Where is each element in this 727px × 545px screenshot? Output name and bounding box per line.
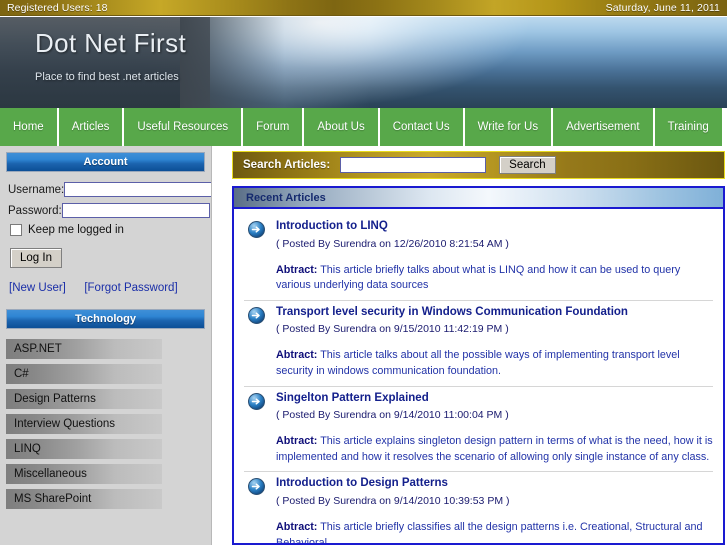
username-row: Username: bbox=[8, 182, 211, 197]
account-links: [New User] [Forgot Password] bbox=[9, 278, 203, 296]
site-title: Dot Net First bbox=[35, 28, 187, 58]
recent-articles-panel: Recent Articles Introduction to LINQ (P… bbox=[232, 186, 725, 545]
site-banner: Dot Net First Place to find best .net ar… bbox=[0, 17, 727, 108]
nav-item-write-for-us[interactable]: Write for Us bbox=[464, 108, 552, 146]
username-input[interactable] bbox=[64, 182, 211, 197]
article-title[interactable]: Singelton Pattern Explained bbox=[276, 391, 713, 407]
abstract-text: This article talks about all the possibl… bbox=[276, 349, 680, 377]
abstract-label: Abtract: bbox=[276, 435, 318, 448]
article-abstract: Abtract: This article explains singleton… bbox=[276, 434, 713, 465]
login-button[interactable]: Log In bbox=[10, 248, 62, 268]
nav-item-advertisement[interactable]: Advertisement bbox=[553, 108, 653, 146]
sidebar-item-miscellaneous[interactable]: Miscellaneous bbox=[6, 464, 162, 484]
sidebar-item-ms-sharepoint[interactable]: MS SharePoint bbox=[6, 489, 162, 509]
arrow-circle-right-icon bbox=[248, 392, 265, 410]
articles-list: Introduction to LINQ ( Posted By Surendr… bbox=[234, 209, 723, 545]
new-user-link[interactable]: [New User] bbox=[9, 282, 66, 294]
top-status-bar: Registered Users: 18 Saturday, June 11, … bbox=[0, 0, 727, 16]
site-tagline: Place to find best .net articles bbox=[35, 70, 179, 83]
nav-item-forum[interactable]: Forum bbox=[243, 108, 303, 146]
article-item: Transport level security in Windows Comm… bbox=[244, 301, 713, 387]
account-panel-body: Username: Password: Keep me logged in Lo… bbox=[6, 174, 211, 296]
nav-item-training[interactable]: Training bbox=[654, 108, 722, 146]
sidebar-item-aspnet[interactable]: ASP.NET bbox=[6, 339, 162, 359]
search-label: Search Articles: bbox=[243, 159, 331, 171]
abstract-text: This article explains singleton design p… bbox=[276, 435, 713, 463]
article-item: Singelton Pattern Explained ( Posted By … bbox=[244, 387, 713, 473]
article-item: Introduction to Design Patterns ( Posted… bbox=[244, 472, 713, 545]
forgot-password-link[interactable]: [Forgot Password] bbox=[84, 282, 177, 294]
search-input[interactable] bbox=[340, 157, 487, 173]
keep-logged-in-row: Keep me logged in bbox=[10, 224, 203, 236]
main-navigation: Home Articles Useful Resources Forum Abo… bbox=[0, 108, 727, 146]
sidebar-item-csharp[interactable]: C# bbox=[6, 364, 162, 384]
sidebar-item-interview-questions[interactable]: Interview Questions bbox=[6, 414, 162, 434]
technology-list: ASP.NET C# Design Patterns Interview Que… bbox=[6, 339, 205, 509]
abstract-text: This article briefly classifies all the … bbox=[276, 520, 703, 545]
banner-text-group: Dot Net First Place to find best .net ar… bbox=[0, 17, 727, 83]
nav-item-useful-resources[interactable]: Useful Resources bbox=[124, 108, 242, 146]
article-abstract: Abtract: This article briefly classifies… bbox=[276, 520, 713, 545]
abstract-text: This article briefly talks about what is… bbox=[276, 263, 681, 292]
password-label: Password: bbox=[8, 204, 62, 217]
registered-users-count: Registered Users: 18 bbox=[7, 1, 108, 14]
sidebar-item-linq[interactable]: LINQ bbox=[6, 439, 162, 459]
nav-item-home[interactable]: Home bbox=[0, 108, 57, 146]
article-title[interactable]: Transport level security in Windows Comm… bbox=[276, 305, 713, 321]
sidebar-item-design-patterns[interactable]: Design Patterns bbox=[6, 389, 162, 409]
article-meta: ( Posted By Surendra on 12/26/2010 8:21:… bbox=[276, 237, 509, 250]
nav-item-about-us[interactable]: About Us bbox=[304, 108, 378, 146]
left-sidebar: Account Username: Password: Keep me logg… bbox=[0, 146, 212, 545]
abstract-label: Abtract: bbox=[276, 349, 318, 362]
keep-logged-in-checkbox[interactable] bbox=[10, 224, 22, 236]
article-item: Introduction to LINQ ( Posted By Surendr… bbox=[244, 215, 713, 301]
username-label: Username: bbox=[8, 183, 65, 196]
nav-item-contact-us[interactable]: Contact Us bbox=[379, 108, 463, 146]
technology-panel: Technology ASP.NET C# Design Patterns In… bbox=[6, 309, 205, 509]
password-input[interactable] bbox=[61, 203, 210, 218]
article-meta: ( Posted By Surendra on 9/14/2010 10:39:… bbox=[276, 494, 510, 507]
nav-item-articles[interactable]: Articles bbox=[58, 108, 123, 146]
arrow-circle-right-icon bbox=[248, 306, 265, 324]
password-row: Password: bbox=[8, 203, 210, 218]
article-meta: ( Posted By Surendra on 9/14/2010 11:00:… bbox=[276, 409, 509, 422]
article-meta: ( Posted By Surendra on 9/15/2010 11:42:… bbox=[276, 323, 509, 336]
search-button[interactable]: Search bbox=[499, 156, 556, 174]
search-bar: Search Articles: Search bbox=[232, 151, 725, 179]
abstract-label: Abtract: bbox=[276, 263, 318, 276]
arrow-circle-right-icon bbox=[248, 221, 265, 238]
article-abstract: Abtract: This article briefly talks abou… bbox=[276, 263, 713, 294]
technology-panel-heading: Technology bbox=[6, 309, 205, 329]
article-abstract: Abtract: This article talks about all th… bbox=[276, 348, 713, 379]
article-title[interactable]: Introduction to LINQ bbox=[276, 219, 713, 235]
article-title[interactable]: Introduction to Design Patterns bbox=[276, 476, 713, 492]
recent-articles-heading: Recent Articles bbox=[234, 188, 723, 209]
account-panel-heading: Account bbox=[6, 152, 205, 172]
keep-logged-in-label: Keep me logged in bbox=[28, 224, 124, 236]
abstract-label: Abtract: bbox=[276, 520, 318, 533]
arrow-circle-right-icon bbox=[248, 478, 265, 496]
current-date: Saturday, June 11, 2011 bbox=[605, 1, 720, 14]
page-root: Registered Users: 18 Saturday, June 11, … bbox=[0, 0, 727, 545]
